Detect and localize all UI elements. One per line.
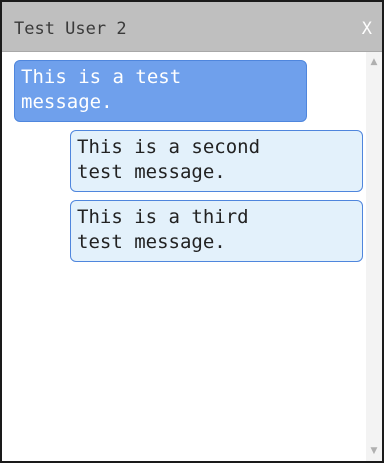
message-received: This is a second test message. [70,130,363,192]
chevron-down-icon[interactable]: ▼ [366,443,382,459]
message-sent: This is a test message. [14,60,307,122]
message-scrollbar[interactable]: ▲ ▼ [366,52,382,461]
message-received: This is a third test message. [70,200,363,262]
close-button[interactable]: X [362,18,372,40]
chat-titlebar: Test User 2 X [2,2,382,52]
chat-title: Test User 2 [14,19,127,39]
chevron-up-icon[interactable]: ▲ [366,54,382,70]
chat-window: Test User 2 X This is a test message. Th… [0,0,384,463]
message-list[interactable]: This is a test message. This is a second… [2,52,364,461]
